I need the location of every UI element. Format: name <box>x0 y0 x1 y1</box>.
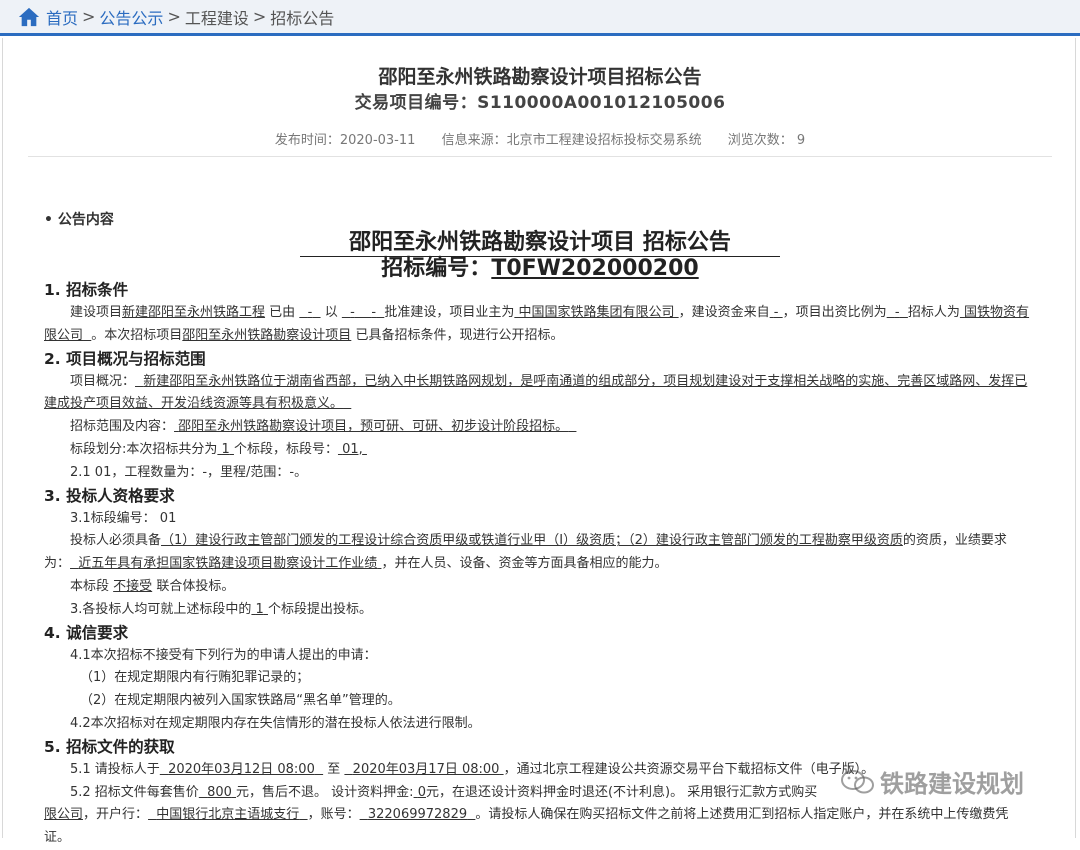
divider <box>28 156 1052 157</box>
page-title: 邵阳至永州铁路勘察设计项目招标公告 <box>378 66 702 88</box>
paragraph: 本标段 不接受 联合体投标。 <box>70 578 235 594</box>
paragraph: 标段划分:本次招标共分为 1 个标段，标段号： 01, <box>70 441 363 457</box>
list-item: （2）在规定期限内被列入国家铁路局“黑名单”管理的。 <box>80 693 401 709</box>
info-source: 信息来源：北京市工程建设招标投标交易系统 <box>441 133 702 148</box>
paragraph: 2.1 01，工程数量为：-，里程/范围：-。 <box>70 464 308 480</box>
list-item: （1）在规定期限内有行贿犯罪记录的； <box>80 670 310 686</box>
section-heading: 1. 招标条件 <box>44 281 129 299</box>
section-heading: 5. 招标文件的获取 <box>44 737 175 756</box>
breadcrumb-separator: > <box>252 7 267 26</box>
section-label: • 公告内容 <box>44 212 114 228</box>
document-title: 邵阳至永州铁路勘察设计项目 招标公告 招标编号：T0FW202000200 <box>300 231 780 281</box>
article-meta: 发布时间：2020-03-11 信息来源：北京市工程建设招标投标交易系统 浏览次… <box>0 129 1080 148</box>
transaction-code: 交易项目编号：S110000A001012105006 <box>354 93 726 113</box>
document-title-line2: 招标编号：T0FW202000200 <box>300 257 780 281</box>
paragraph: 投标人必须具备（1）建设行政主管部门颁发的工程设计综合资质甲级或铁道行业甲（Ⅰ）… <box>44 533 1007 572</box>
bid-code: T0FW202000200 <box>491 256 699 281</box>
paragraph: 4.2本次招标对在规定期限内存在失信情形的潜在投标人依法进行限制。 <box>70 715 481 731</box>
watermark-text: 铁路建设规划 <box>880 770 1024 798</box>
breadcrumb-announcements-link[interactable]: 公告公示 <box>99 5 163 29</box>
breadcrumb-separator: > <box>167 7 181 26</box>
breadcrumb-home-link[interactable]: 首页 <box>46 5 78 29</box>
breadcrumb-current: 招标公告 <box>270 8 335 28</box>
paragraph: 建设项目新建邵阳至永州铁路工程 已由 - 以 - - 批准建设，项目业主为 中国… <box>44 305 1030 343</box>
breadcrumb-engineering-link[interactable]: 工程建设 <box>185 5 249 29</box>
paragraph: 4.1本次招标不接受有下列行为的申请人提出的申请： <box>70 647 377 663</box>
wechat-icon <box>841 769 874 793</box>
paragraph: 3.1标段编号： 01 <box>70 510 177 526</box>
paragraph: 项目概况： 新建邵阳至永州铁路位于湖南省西部，已纳入中长期铁路网规划，是呼南通道… <box>44 373 1028 412</box>
section-heading: 4. 诚信要求 <box>44 623 129 642</box>
section-heading: 3. 投标人资格要求 <box>44 486 175 505</box>
breadcrumb: 首页 > 公告公示 > 工程建设 > 招标公告 <box>0 0 1080 36</box>
view-count: 浏览次数： 9 <box>727 133 806 148</box>
publish-date: 发布时间：2020-03-11 <box>274 133 416 148</box>
home-icon[interactable] <box>18 6 40 28</box>
section-heading: 2. 项目概况与招标范围 <box>44 349 206 368</box>
document-title-line1: 邵阳至永州铁路勘察设计项目 招标公告 <box>300 231 780 257</box>
watermark: 铁路建设规划 <box>840 764 1024 799</box>
bid-code-label: 招标编号： <box>381 256 492 281</box>
paragraph: 招标范围及内容： 邵阳至永州铁路勘察设计项目，预可研、可研、初步设计阶段招标。 <box>70 419 569 435</box>
breadcrumb-separator: > <box>82 7 96 26</box>
paragraph: 3.各投标人均可就上述标段中的 1 个标段提出投标。 <box>70 601 372 617</box>
